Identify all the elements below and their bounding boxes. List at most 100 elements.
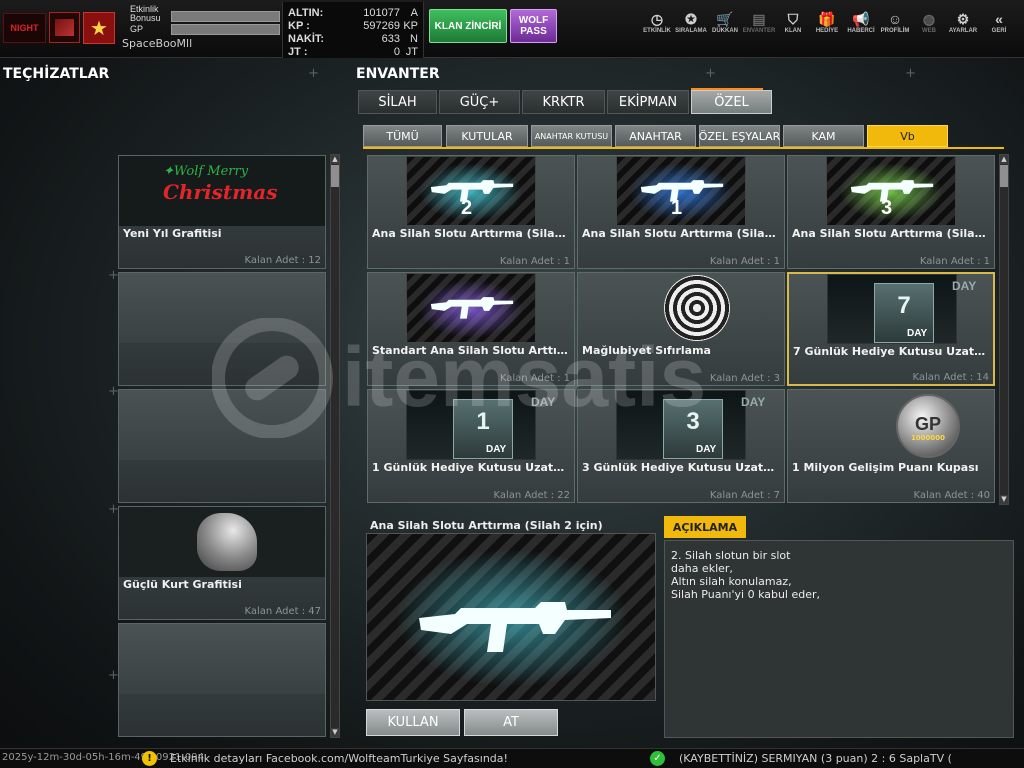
item-name: Ana Silah Slotu Arttırma (Silah 3 için)	[792, 227, 990, 240]
plus-marker: +	[705, 66, 716, 81]
menu-web[interactable]: ◍ WEB	[912, 10, 946, 34]
menu-label: DÜKKAN	[712, 28, 738, 34]
inventory-item[interactable]: Mağlubiyet Sıfırlama Kalan Adet : 3	[577, 272, 785, 386]
item-count: Kalan Adet : 1	[499, 373, 570, 384]
currency-jt: JT :0 JT	[288, 46, 418, 58]
equipment-slot[interactable]: Güçlü Kurt Grafitisi Kalan Adet : 47	[118, 506, 326, 620]
subtab-underline	[363, 147, 1004, 149]
gear-icon: ⚙	[956, 11, 970, 27]
subtab-anahtar-kutusu[interactable]: ANAHTAR KUTUSU	[531, 125, 612, 147]
menu-haberci-[interactable]: 📢 HABERCİ	[844, 10, 878, 34]
subtab-kam[interactable]: KAM	[783, 125, 864, 147]
inventory-item[interactable]: GP 1000000 1 Milyon Gelişim Puanı Kupası Ka…	[787, 389, 995, 503]
klan-chain-button[interactable]: KLAN ZİNCİRİ	[429, 9, 507, 43]
tab-guc[interactable]: GÜÇ+	[439, 90, 520, 114]
scroll-down-icon[interactable]: ▼	[331, 728, 339, 737]
subtab-kutular[interactable]: KUTULAR	[446, 125, 528, 147]
menu-label: HEDİYE	[815, 28, 839, 34]
equipment-slot-empty[interactable]	[118, 623, 326, 737]
weapon-slot-thumbnail: 1	[616, 156, 746, 226]
menu-etki-nli-k[interactable]: ◷ ETKİNLİK	[640, 10, 674, 34]
target-reset-thumbnail	[616, 273, 746, 343]
menu-profi-li-m[interactable]: ☺ PROFİLİM	[878, 10, 912, 34]
item-name: Standart Ana Silah Slotu Arttırma	[372, 344, 570, 357]
equipment-slot-empty[interactable]	[118, 272, 326, 386]
tab-ozel[interactable]: ÖZEL	[691, 88, 772, 114]
menu-label: PROFİLİM	[880, 28, 910, 34]
inventory-item[interactable]: 1Ana Silah Slotu Arttırma (Silah 1 için)…	[577, 155, 785, 269]
megaphone-icon: 📢	[852, 11, 870, 27]
item-name: 1 Milyon Gelişim Puanı Kupası	[792, 461, 979, 474]
equipment-slot-empty[interactable]	[118, 389, 326, 503]
wolf-merry-christmas-graffiti: ✦Wolf Merry Christmas	[119, 156, 325, 226]
stopwatch-icon: ◷	[650, 11, 664, 27]
use-button[interactable]: KULLAN	[366, 709, 460, 736]
tab-ekipman[interactable]: EKİPMAN	[607, 90, 689, 114]
gift-day-thumbnail: DAY 3 DAY	[616, 390, 765, 460]
scroll-up-icon[interactable]: ▲	[331, 155, 339, 164]
gift-icon: 🎁	[818, 11, 836, 27]
inventory-scrollbar[interactable]: ▲ ▼	[999, 154, 1009, 505]
equipment-slot[interactable]: ✦Wolf Merry Christmas Yeni Yıl Grafitisi…	[118, 155, 326, 269]
currency-panel: ALTIN: 101077 A KP :597269 KP NAKİT: 633 N JT…	[282, 2, 424, 58]
inventory-item[interactable]: 3Ana Silah Slotu Arttırma (Silah 3 için)…	[787, 155, 995, 269]
menu-envanter[interactable]: ▤ ENVANTER	[742, 10, 776, 34]
item-count: Kalan Adet : 14	[912, 372, 989, 383]
target-icon	[664, 275, 730, 341]
inventory-item[interactable]: 2Ana Silah Slotu Arttırma (Silah 2 için)…	[367, 155, 575, 269]
item-name: 7 Günlük Hediye Kutusu Uzatma	[793, 345, 991, 358]
inventory-item[interactable]: DAY 7 DAY 7 Günlük Hediye Kutusu Uzatma Kala…	[787, 272, 995, 386]
drop-button[interactable]: AT	[464, 709, 558, 736]
notice-icon: !	[142, 751, 157, 766]
subtab-vb[interactable]: Vb	[867, 125, 948, 147]
detail-item-title: Ana Silah Slotu Arttırma (Silah 2 için)	[370, 519, 603, 532]
menu-klan[interactable]: ⛉ KLAN	[776, 10, 810, 34]
menu-label: KLAN	[784, 28, 802, 34]
shield-icon: ⛉	[787, 11, 799, 27]
profile-icon: ☺	[887, 11, 903, 27]
item-name: 1 Günlük Hediye Kutusu Uzatma	[372, 461, 570, 474]
menu-d-kkan[interactable]: 🛒 DÜKKAN	[708, 10, 742, 34]
event-notice: Etkinlik detayları Facebook.com/Wolfteam…	[170, 752, 508, 765]
item-count: Kalan Adet : 40	[913, 490, 990, 501]
clan-emblem[interactable]	[49, 12, 80, 43]
subtab-anahtar[interactable]: ANAHTAR	[615, 125, 696, 147]
inventory-title: ENVANTER	[356, 66, 440, 82]
gp-coin-icon: GP 1000000	[896, 394, 960, 458]
menu-hedi-ye[interactable]: 🎁 HEDİYE	[810, 10, 844, 34]
bonus-label: Etkinlik Bonusu	[130, 4, 161, 23]
inventory-icon: ▤	[752, 11, 766, 27]
inventory-item[interactable]: DAY 3 DAY 3 Günlük Hediye Kutusu Uzatma Kala…	[577, 389, 785, 503]
wolf-graffiti-image	[119, 507, 325, 577]
weapon-slot-thumbnail: 3	[826, 156, 956, 226]
subtab-tumu[interactable]: TÜMÜ	[363, 125, 442, 147]
item-name: Ana Silah Slotu Arttırma (Silah 1 için)	[582, 227, 780, 240]
equipment-title: TEÇHİZATLAR	[3, 66, 110, 82]
weapon-slot-thumbnail: 2	[406, 156, 536, 226]
menu-ayarlar[interactable]: ⚙ AYARLAR	[946, 10, 980, 34]
item-count: Kalan Adet : 3	[709, 373, 780, 384]
scroll-up-icon[interactable]: ▲	[1000, 155, 1008, 164]
gp-coin-thumbnail: GP 1000000	[826, 390, 960, 460]
inventory-item[interactable]: DAY 1 DAY 1 Günlük Hediye Kutusu Uzatma Kala…	[367, 389, 575, 503]
menu-geri-[interactable]: «GERİ	[982, 10, 1016, 34]
menu-label: SIRALAMA	[675, 28, 707, 34]
top-bar: NIGHT ★ Etkinlik Bonusu GP SpaceBooMll A…	[0, 0, 1024, 58]
menu-label: AYARLAR	[948, 28, 978, 34]
equipment-scrollbar[interactable]: ▲ ▼	[330, 154, 340, 738]
inventory-item[interactable]: Standart Ana Silah Slotu Arttırma Kalan A…	[367, 272, 575, 386]
scroll-thumb[interactable]	[1000, 165, 1008, 187]
subtab-ozel-esyalar[interactable]: ÖZEL EŞYALAR	[699, 125, 780, 147]
rifle-icon	[430, 297, 514, 319]
bonus-bar	[171, 11, 280, 22]
description-tab[interactable]: AÇIKLAMA	[664, 516, 746, 538]
scroll-thumb[interactable]	[331, 165, 339, 187]
wolf-pass-button[interactable]: WOLF PASS	[510, 9, 557, 43]
medal-icon: ✪	[685, 11, 697, 27]
item-name: 3 Günlük Hediye Kutusu Uzatma	[582, 461, 780, 474]
tab-krktr[interactable]: KRKTR	[522, 90, 605, 114]
menu-siralama[interactable]: ✪ SIRALAMA	[674, 10, 708, 34]
scroll-down-icon[interactable]: ▼	[1000, 495, 1008, 504]
gift-day-thumbnail: DAY 1 DAY	[406, 390, 555, 460]
tab-silah[interactable]: SİLAH	[358, 90, 437, 114]
